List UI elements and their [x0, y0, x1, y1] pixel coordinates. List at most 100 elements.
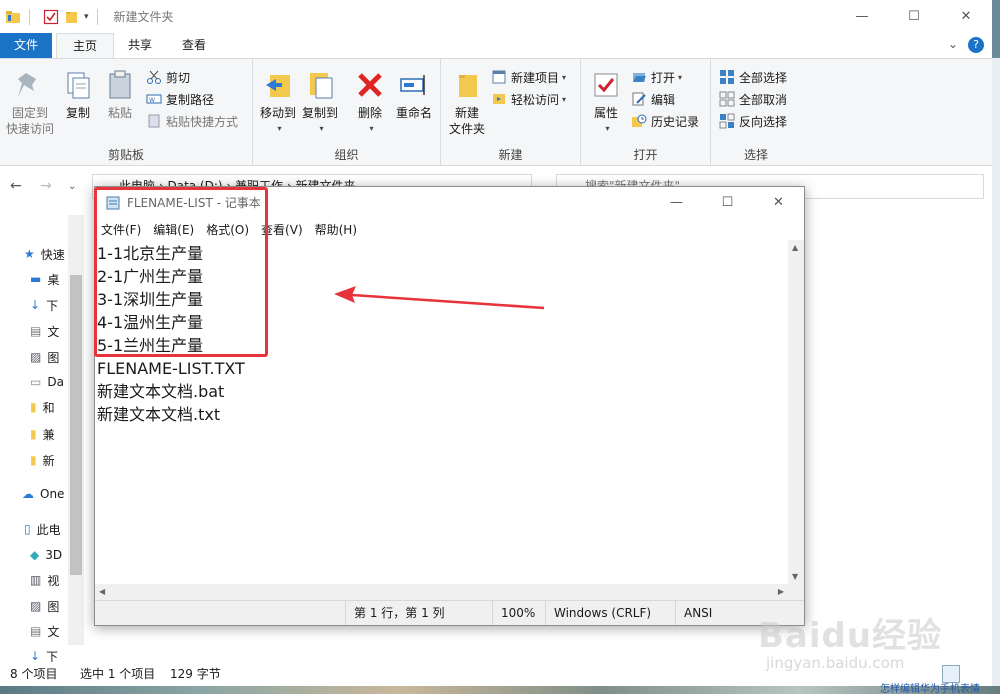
nav-item[interactable]: ★ 快速: [24, 243, 65, 265]
text-line: 5-1兰州生产量: [97, 336, 204, 355]
new-folder-icon[interactable]: [64, 9, 80, 25]
group-select: 全部选择 全部取消 反向选择 选择: [711, 59, 801, 166]
help-icon[interactable]: ?: [968, 37, 984, 53]
tab-home[interactable]: 主页: [56, 33, 114, 58]
nav-item[interactable]: ▮ 兼: [30, 423, 55, 445]
encoding: ANSI: [675, 601, 712, 625]
nav-item[interactable]: ▨ 图: [30, 346, 59, 368]
notepad-window-controls: — ☐ ✕: [651, 187, 804, 218]
nav-item-icon: ▬: [30, 272, 42, 286]
nav-item-label: 兼: [42, 427, 55, 442]
nav-item-icon: ◆: [30, 548, 40, 562]
nav-scrollbar[interactable]: [68, 215, 84, 645]
nav-scroll-thumb[interactable]: [70, 275, 82, 575]
nav-item-label: 下: [46, 298, 59, 313]
nav-item[interactable]: ▯ 此电: [24, 518, 61, 540]
rename-button[interactable]: 重命名: [391, 69, 437, 121]
ribbon-collapse-icon[interactable]: ⌄: [948, 37, 958, 53]
nav-item-label: 快速: [40, 247, 65, 262]
nav-item-icon: ★: [24, 247, 35, 261]
paste-button[interactable]: 粘贴: [102, 69, 138, 121]
new-folder-button[interactable]: 新建 文件夹: [445, 69, 489, 137]
tab-share[interactable]: 共享: [114, 33, 166, 58]
recent-locations-icon[interactable]: ⌄: [68, 181, 76, 192]
nav-item[interactable]: ▮ 和: [30, 396, 55, 418]
notepad-menu-item[interactable]: 查看(V): [261, 221, 303, 238]
pin-label-2: 快速访问: [5, 122, 54, 136]
qa-dropdown-icon[interactable]: ▾: [84, 12, 89, 22]
nav-item-icon: ▤: [30, 624, 42, 638]
nav-item[interactable]: ▮ 新: [30, 449, 55, 471]
paste-shortcut-button[interactable]: 粘贴快捷方式: [146, 111, 238, 131]
delete-button[interactable]: 删除 ▾: [349, 69, 391, 137]
notepad-statusbar: 第 1 行，第 1 列 100% Windows (CRLF) ANSI: [95, 600, 804, 625]
tab-file[interactable]: 文件: [0, 33, 52, 58]
new-item-caret-icon: ▾: [562, 72, 567, 82]
close-button[interactable]: ✕: [940, 0, 992, 33]
text-line: 4-1温州生产量: [97, 313, 204, 332]
group-organize: 移动到 ▾ 复制到 ▾ 删除 ▾ 重命名 组织: [253, 59, 441, 166]
scroll-down-icon[interactable]: ▼: [792, 572, 798, 581]
nav-item-icon: ↓: [30, 298, 41, 312]
notepad-maximize-button[interactable]: ☐: [702, 187, 753, 218]
notepad-vertical-scrollbar[interactable]: ▲ ▼: [788, 240, 804, 584]
easy-access-button[interactable]: 轻松访问 ▾: [491, 89, 566, 109]
cursor-position: 第 1 行，第 1 列: [345, 601, 445, 625]
properties-button[interactable]: 属性 ▾: [587, 69, 625, 137]
tab-view[interactable]: 查看: [168, 33, 220, 58]
text-line: 新建文本文档.bat: [97, 382, 225, 401]
copy-button[interactable]: 复制: [60, 69, 96, 121]
notepad-text-area[interactable]: 1-1北京生产量 2-1广州生产量 3-1深圳生产量 4-1温州生产量 5-1兰州生产量…: [95, 240, 788, 584]
scroll-up-icon[interactable]: ▲: [792, 243, 798, 252]
new-item-button[interactable]: 新建项目 ▾: [491, 67, 566, 87]
notepad-menu-item[interactable]: 编辑(E): [153, 221, 194, 238]
new-item-label: 新建项目: [511, 70, 560, 85]
large-icons-view-icon[interactable]: [962, 665, 980, 683]
scroll-left-icon[interactable]: ◀: [99, 587, 105, 596]
scissors-icon: [147, 70, 161, 84]
notepad-close-button[interactable]: ✕: [753, 187, 804, 218]
invert-selection-button[interactable]: 反向选择: [719, 111, 787, 131]
nav-item[interactable]: ◆ 3D: [30, 544, 62, 566]
scroll-right-icon[interactable]: ▶: [778, 587, 784, 596]
notepad-menu-item[interactable]: 格式(O): [206, 221, 249, 238]
nav-item[interactable]: ☁ One: [22, 483, 64, 505]
select-none-button[interactable]: 全部取消: [719, 89, 787, 109]
open-button[interactable]: 打开 ▾: [631, 67, 682, 87]
nav-item[interactable]: ▥ 视: [30, 569, 59, 591]
notepad-menu-item[interactable]: 文件(F): [101, 221, 141, 238]
text-line: FLENAME-LIST.TXT: [97, 359, 245, 378]
nav-item[interactable]: ▨ 图: [30, 595, 59, 617]
nav-item-icon: ▮: [30, 453, 37, 467]
edit-button[interactable]: 编辑: [631, 89, 675, 109]
history-button[interactable]: 历史记录: [631, 111, 699, 131]
details-view-icon[interactable]: [942, 665, 960, 683]
notepad-menu-item[interactable]: 帮助(H): [315, 221, 357, 238]
nav-item[interactable]: ▤ 文: [30, 320, 59, 342]
easy-access-icon: [493, 94, 505, 104]
move-to-button[interactable]: 移动到 ▾: [257, 69, 299, 137]
pin-quick-access-button[interactable]: 固定到 快速访问: [2, 69, 58, 137]
nav-item[interactable]: ▬ 桌: [30, 268, 59, 290]
copy-path-button[interactable]: W 复制路径: [146, 89, 214, 109]
copy-to-button[interactable]: 复制到 ▾: [299, 69, 341, 137]
group-organize-label: 组织: [334, 148, 359, 162]
maximize-button[interactable]: ☐: [888, 0, 940, 33]
folder-pin-icon[interactable]: [5, 9, 21, 25]
move-to-caret-icon: ▾: [277, 124, 282, 133]
properties-check-icon[interactable]: [43, 9, 59, 25]
nav-item-label: 新: [42, 453, 55, 468]
notepad-horizontal-scrollbar[interactable]: ◀ ▶: [95, 584, 788, 600]
cut-button[interactable]: 剪切: [146, 67, 190, 87]
rename-label: 重命名: [395, 106, 432, 120]
cut-label: 剪切: [166, 70, 191, 85]
select-none-icon: [719, 91, 735, 107]
notepad-minimize-button[interactable]: —: [651, 187, 702, 218]
select-all-button[interactable]: 全部选择: [719, 67, 787, 87]
nav-item[interactable]: ↓ 下: [30, 294, 58, 316]
nav-item[interactable]: ▤ 文: [30, 620, 59, 642]
nav-item[interactable]: ▭ Da: [30, 371, 64, 393]
forward-arrow-icon[interactable]: →: [40, 178, 52, 194]
minimize-button[interactable]: —: [836, 0, 888, 33]
back-arrow-icon[interactable]: ←: [10, 178, 22, 194]
